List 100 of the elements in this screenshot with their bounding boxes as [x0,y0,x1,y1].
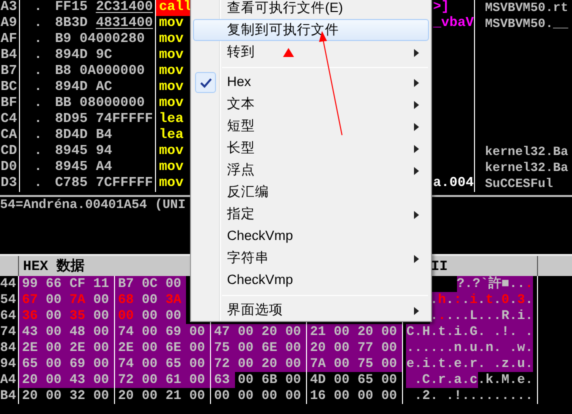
hex-byte: 00 [332,388,351,404]
hex-byte: 43 [19,324,43,340]
hex-byte: 61 [162,372,186,388]
address-text: CD [0,144,20,160]
mnemonic-text: lea [158,128,184,144]
hex-byte: 74 [115,356,139,372]
hex-byte: 00 [138,372,162,388]
hex-byte: 00 [162,308,186,324]
hex-byte: 00 [138,340,162,356]
hex-byte: 00 [90,340,114,356]
row-marker: . [33,128,44,144]
ascii-text: . [525,276,533,292]
ascii-text: ...L...R.i. [446,308,533,324]
row-marker: . [33,16,44,32]
hex-byte: 00 [332,372,351,388]
menu-item[interactable]: Hex [193,71,429,93]
address-text: D0 [0,160,20,176]
hex-byte: 0C [138,276,162,292]
menu-item[interactable]: 短型 [193,115,429,137]
hex-byte: 77 [354,340,378,356]
hex-byte: 16 [309,388,327,404]
hex-byte: 00 [260,388,278,404]
operand-text: 74FFFFF [96,112,153,127]
menu-item[interactable]: 字符串 [193,247,429,269]
address-text: B4 [0,48,20,64]
opcode-bytes: 8945 [55,160,88,175]
row-marker: . [33,112,44,128]
hex-byte: 75 [211,340,235,356]
hex-byte: 00 [330,324,354,340]
ascii-text: . [493,292,502,308]
hex-byte: 35 [66,308,90,324]
comment-text: >] [433,0,450,15]
menu-item[interactable]: 长型 [193,137,429,159]
menu-item[interactable]: 转到 [193,41,429,63]
hex-byte: 00 [213,388,231,404]
hex-byte: 00 [236,372,255,388]
hex-byte: 00 [90,372,114,388]
hex-byte: 00 [234,340,258,356]
operand-text: 0A000000 [80,64,145,79]
hex-byte: 11 [90,276,114,292]
hex-byte: 00 [138,292,162,308]
hex-byte: 3A [162,292,186,308]
mnemonic-text: mov [158,32,184,48]
address-text: B4 [0,388,19,404]
menu-item[interactable]: 反汇编 [193,181,429,203]
ascii-text: t [485,292,494,308]
opcode-bytes: 8945 [55,144,88,159]
ascii-text: . [509,292,518,308]
hex-byte: 00 [115,308,139,324]
hex-byte: 00 [138,308,162,324]
hex-byte: 00 [380,372,398,388]
hex-byte: 72 [115,372,139,388]
mnemonic-text: mov [158,48,184,64]
hex-byte: 00 [356,388,374,404]
hex-byte: 00 [282,356,306,372]
address-text: A3 [0,0,20,16]
menu-item[interactable]: 查看可执行文件(E) [193,0,429,19]
opcode-bytes: FF15 [55,0,88,15]
hex-byte: 00 [162,276,186,292]
module-text: MSVBVM50.__ [484,16,568,32]
hex-byte: 74 [115,324,139,340]
hex-byte: 21 [307,324,331,340]
hex-byte: 00 [140,388,159,404]
hex-byte: 32 [68,388,86,404]
menu-item[interactable]: CheckVmp [193,225,429,247]
opcode-bytes: 894D [55,48,88,63]
hex-byte: 20 [307,340,331,356]
menu-item[interactable]: CheckVmp [193,269,429,291]
hex-byte: 00 [42,356,66,372]
hex-byte: 2E [19,340,43,356]
address-text: D3 [0,176,20,192]
hex-byte: 6E [162,340,186,356]
menu-item[interactable]: 浮点 [193,159,429,181]
hex-byte: 20 [117,388,135,404]
column-title: HEX 数据 [23,259,85,275]
ascii-text: 0 [501,292,510,308]
hex-byte: 36 [19,308,43,324]
hex-byte: 00 [42,340,66,356]
hex-byte: 00 [330,340,354,356]
comment-text: _vbaV [433,16,474,31]
mnemonic-text: call [156,0,190,16]
menu-item[interactable]: 界面选项 [193,299,429,321]
opcode-bytes: 894D [55,80,88,95]
hex-byte: 20 [354,324,378,340]
address-text: B7 [0,64,20,80]
opcode-bytes: 8D4D [55,128,88,143]
menu-item[interactable]: 文本 [193,93,429,115]
hex-byte: 63 [211,372,235,388]
hex-byte: 69 [162,324,186,340]
hex-byte: 20 [258,324,282,340]
mnemonic-text: mov [158,176,184,192]
opcode-bytes: C785 [55,176,88,191]
hex-byte: 00 [42,324,66,340]
ascii-text: e.i.t.e.r. .z.u. [406,356,533,372]
operand-text: AC [96,80,112,95]
row-marker: . [33,176,44,192]
ascii-text: 3 [517,292,526,308]
module-text: SuCCESFul [484,176,554,192]
menu-item[interactable]: 指定 [193,203,429,225]
hex-byte: 00 [186,340,210,356]
